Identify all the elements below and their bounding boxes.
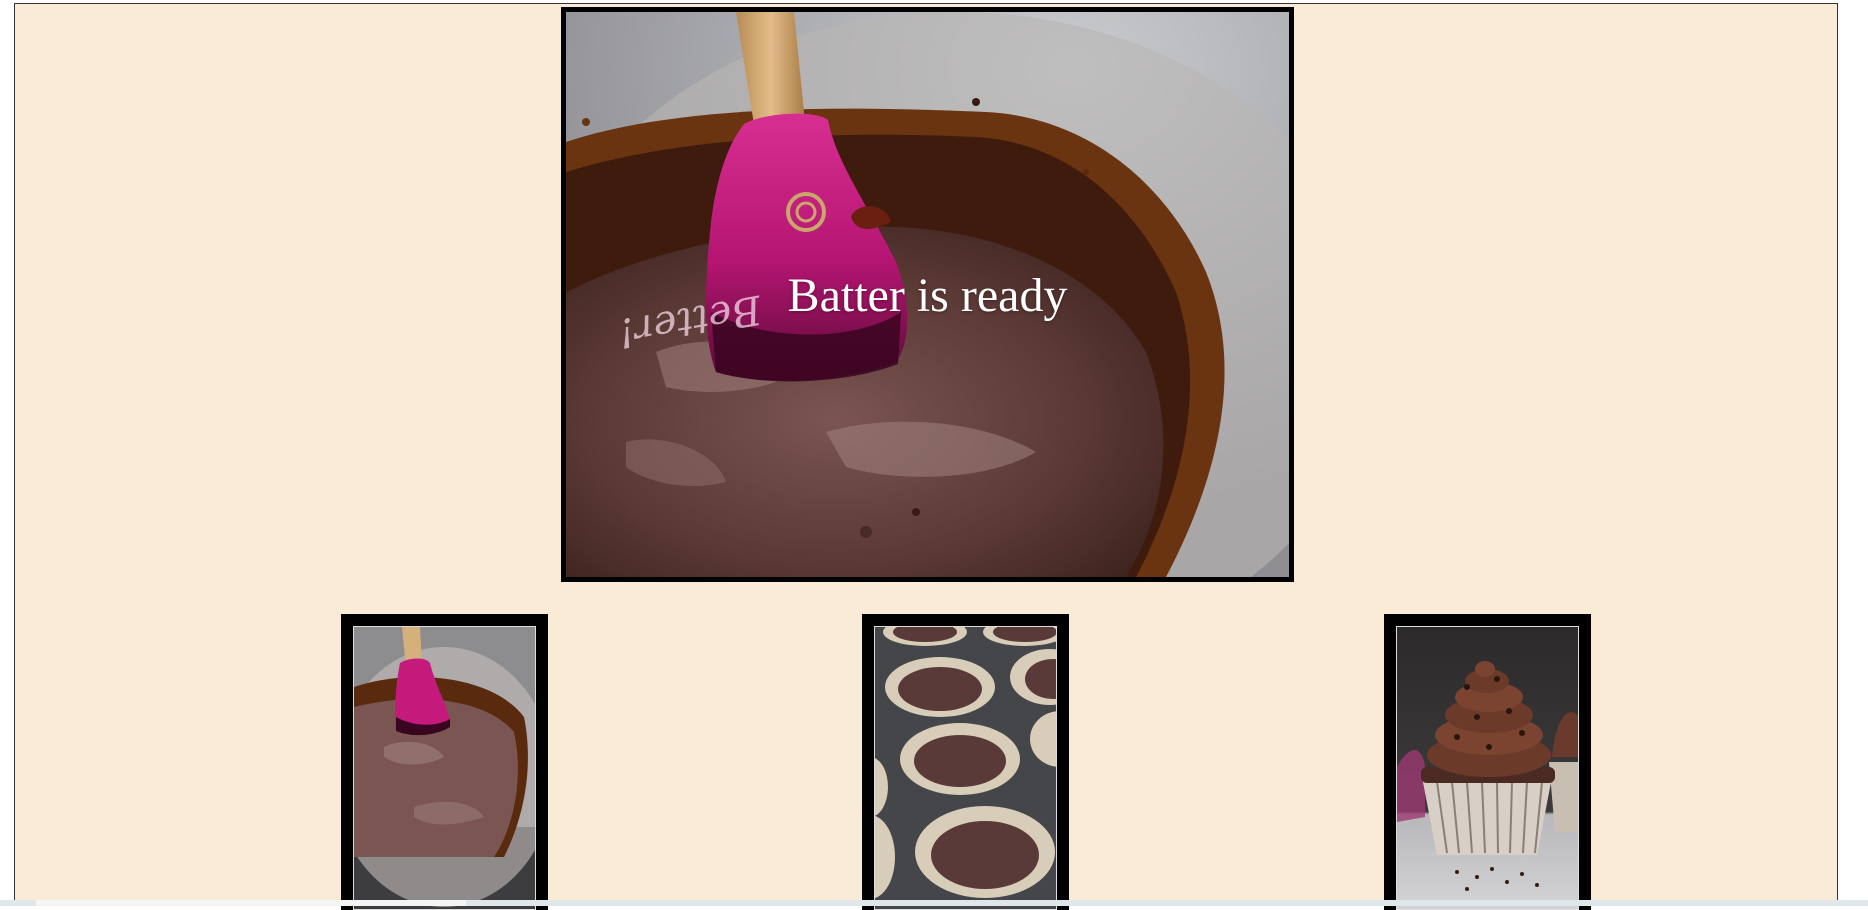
featured-image: Better! Batter is ready bbox=[566, 12, 1289, 577]
scrollbar-thumb[interactable] bbox=[36, 900, 466, 906]
thumbnail-image bbox=[874, 626, 1057, 910]
frosted-cupcake-thumbnail bbox=[1397, 627, 1579, 910]
thumbnail-batter-bowl[interactable] bbox=[341, 614, 548, 910]
horizontal-scrollbar[interactable] bbox=[0, 900, 1868, 906]
featured-image-frame: Better! Batter is ready bbox=[561, 7, 1294, 582]
thumbnail-image bbox=[353, 626, 536, 910]
gallery-page: Better! Batter is ready bbox=[14, 3, 1838, 906]
batter-bowl-thumbnail bbox=[354, 627, 536, 910]
thumbnail-frosted-cupcake[interactable] bbox=[1384, 614, 1591, 910]
cupcake-tin-thumbnail bbox=[875, 627, 1057, 910]
thumbnail-cupcake-tin[interactable] bbox=[862, 614, 1069, 910]
caption-text: Batter is ready bbox=[566, 272, 1289, 320]
thumbnail-image bbox=[1396, 626, 1579, 910]
